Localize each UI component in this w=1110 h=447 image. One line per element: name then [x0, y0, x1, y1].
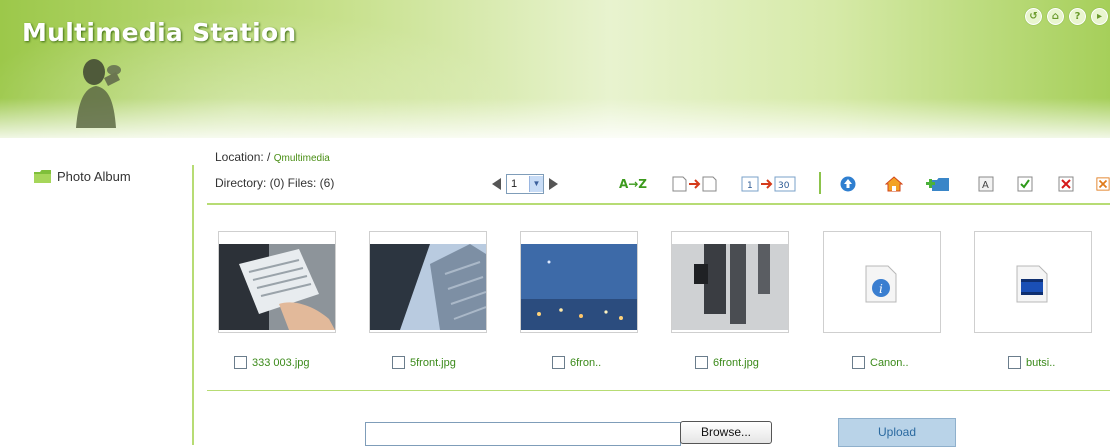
toolbar-separator: [819, 172, 821, 194]
next-page-icon[interactable]: [549, 178, 558, 190]
upload-circle-icon[interactable]: [838, 174, 858, 194]
add-folder-icon[interactable]: [925, 174, 951, 194]
browse-button[interactable]: Browse...: [680, 421, 772, 444]
sidebar-divider: [192, 165, 194, 445]
location-path-link[interactable]: Qmultimedia: [274, 153, 330, 164]
buildings-photo: [370, 244, 486, 330]
file-caption-5: Canon..: [852, 356, 909, 369]
file-checkbox[interactable]: [234, 356, 247, 369]
file-thumbnail-4[interactable]: [671, 231, 789, 333]
page-select[interactable]: 1 ▼: [506, 174, 544, 194]
prev-page-icon[interactable]: [492, 178, 501, 190]
directory-file-count: Directory: (0) Files: (6): [215, 176, 335, 190]
file-thumbnail-3[interactable]: [520, 231, 638, 333]
header-icon-group: ↺ ⌂ ? ▸: [1025, 8, 1108, 25]
file-name-link[interactable]: butsi..: [1026, 357, 1055, 369]
file-checkbox[interactable]: [695, 356, 708, 369]
delete-graphic: [1058, 176, 1074, 192]
app-title: Multimedia Station: [22, 18, 297, 47]
upload-file-path-input[interactable]: [365, 422, 681, 446]
city-lights-photo: [521, 244, 637, 330]
close-icon[interactable]: [1096, 174, 1110, 194]
home-folder-icon[interactable]: [884, 174, 904, 194]
logout-icon[interactable]: ▸: [1091, 8, 1108, 25]
info-file-icon: i: [865, 265, 897, 303]
chevron-down-icon[interactable]: ▼: [529, 176, 543, 192]
toolbar-divider: [207, 203, 1110, 205]
sidebar-item-photo-album[interactable]: Photo Album: [34, 169, 131, 184]
location-label: Location: /: [215, 150, 271, 164]
walking-businessmen-photo: [672, 244, 788, 330]
select-all-icon[interactable]: [1015, 174, 1035, 194]
file-name-link[interactable]: 6fron..: [570, 357, 601, 369]
file-caption-2: 5front.jpg: [392, 356, 456, 369]
upload-button[interactable]: Upload: [838, 418, 956, 447]
file-caption-4: 6front.jpg: [695, 356, 759, 369]
file-name-link[interactable]: Canon..: [870, 357, 909, 369]
video-file-icon: [1016, 265, 1048, 303]
file-checkbox[interactable]: [1008, 356, 1021, 369]
file-name-link[interactable]: 6front.jpg: [713, 357, 759, 369]
page-range-graphic: 1 30: [741, 176, 796, 192]
header-banner: Multimedia Station ↺ ⌂ ? ▸: [0, 0, 1110, 138]
select-all-graphic: [1017, 176, 1033, 192]
rename-graphic: A: [978, 176, 994, 192]
file-name-link[interactable]: 5front.jpg: [410, 357, 456, 369]
newspaper-photo: [219, 244, 335, 330]
location-breadcrumb: Location: / Qmultimedia: [215, 150, 330, 164]
page-range-icon[interactable]: 1 30: [740, 174, 798, 194]
svg-text:i: i: [879, 282, 883, 296]
file-checkbox[interactable]: [392, 356, 405, 369]
file-checkbox[interactable]: [552, 356, 565, 369]
add-folder-graphic: [926, 178, 949, 191]
file-thumbnail-1[interactable]: [218, 231, 336, 333]
sort-az-icon[interactable]: A→Z: [613, 174, 653, 194]
help-icon[interactable]: ?: [1069, 8, 1086, 25]
svg-text:A: A: [982, 180, 989, 191]
rename-icon[interactable]: A: [976, 174, 996, 194]
file-caption-1: 333 003.jpg: [234, 356, 310, 369]
sidebar-item-label: Photo Album: [57, 169, 131, 184]
upload-circle-graphic: [840, 176, 856, 192]
home-icon[interactable]: ⌂: [1047, 8, 1064, 25]
file-name-link[interactable]: 333 003.jpg: [252, 357, 310, 369]
file-thumbnail-5[interactable]: i: [823, 231, 941, 333]
file-caption-3: 6fron..: [552, 356, 601, 369]
file-thumbnail-2[interactable]: [369, 231, 487, 333]
content-divider: [207, 390, 1110, 391]
delete-icon[interactable]: [1056, 174, 1076, 194]
file-caption-6: butsi..: [1008, 356, 1055, 369]
person-silhouette-image: [76, 59, 121, 128]
move-file-icon[interactable]: [670, 174, 720, 194]
pager: 1 ▼: [492, 174, 558, 194]
svg-text:1: 1: [747, 181, 753, 191]
back-icon[interactable]: ↺: [1025, 8, 1042, 25]
banner-fade: [0, 98, 1110, 138]
folder-icon: [34, 170, 51, 183]
svg-text:30: 30: [778, 181, 790, 191]
file-checkbox[interactable]: [852, 356, 865, 369]
home-folder-graphic: [885, 176, 903, 192]
page-select-value: 1: [511, 178, 518, 190]
close-graphic: [1096, 177, 1110, 191]
file-thumbnail-6[interactable]: [974, 231, 1092, 333]
move-file-graphic: [672, 176, 717, 192]
sidebar: Photo Album: [0, 138, 192, 445]
